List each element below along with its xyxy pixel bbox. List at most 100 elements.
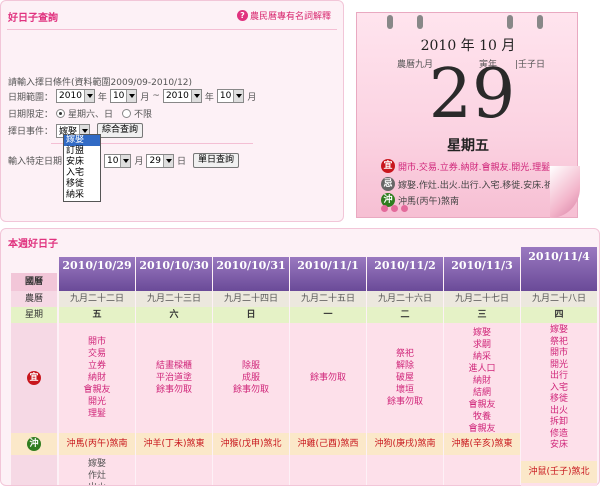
specific-date-row: 輸入特定日期 10 月 29 日 單日查詢 <box>8 153 239 168</box>
yi-item: 解除 <box>395 361 414 371</box>
day-date-header: 2010/10/29 <box>59 257 135 291</box>
no-limit-radio[interactable] <box>122 109 132 118</box>
week-label: 星期 <box>11 307 57 323</box>
day-chong: 沖雞(己酉)煞西 <box>290 433 366 455</box>
yi-item: 壞垣 <box>395 385 414 395</box>
yi-item: 理髮 <box>87 409 106 419</box>
good-days-panel: 本週好日子 國曆 農曆 星期 宜 沖 2010/10/29 九月二十二日五開市 交易… <box>0 228 600 486</box>
calendar-year-month: 2010 年 10 月 <box>420 38 516 54</box>
yi-item: 交易 <box>87 349 106 359</box>
range-start-month-value: 10 <box>112 91 125 101</box>
pager-dot-icon[interactable] <box>401 205 408 212</box>
calendar-ji-line: 忌 嫁娶.作灶.出火.出行.入宅.移徙.安床.祈福. <box>381 177 565 191</box>
ji-item: 作灶 <box>87 471 106 481</box>
chevron-down-icon <box>120 154 131 167</box>
day-ji-list <box>444 455 520 485</box>
event-option[interactable]: 嫁娶 <box>64 135 100 146</box>
weekend-radio[interactable] <box>56 109 66 118</box>
event-option[interactable]: 納采 <box>64 190 100 201</box>
combined-search-button[interactable]: 綜合查詢 <box>97 123 144 138</box>
yi-item: 結網 <box>472 388 491 398</box>
day-yi-list: 結畫樑櫃 平治道塗 餘事勿取 <box>136 323 212 433</box>
day-chong: 沖鼠(壬子)煞北 <box>521 461 597 483</box>
yi-item: 破屋 <box>395 373 414 383</box>
range-end-month-value: 10 <box>219 91 232 101</box>
event-label: 擇日事件： <box>8 127 54 137</box>
day-lunar-date: 九月二十五日 <box>290 291 366 307</box>
calendar-yi-text: 開市.交易.立券.納財.會親友.開光.理髮. <box>398 162 554 173</box>
calendar-ji-text: 嫁娶.作灶.出火.出行.入宅.移徙.安床.祈福. <box>398 180 565 191</box>
pager-dot-icon[interactable] <box>391 205 398 212</box>
range-end-year-select[interactable]: 2010 <box>162 89 202 103</box>
day-suffix: 日 <box>176 157 186 167</box>
specific-date-label: 輸入特定日期 <box>8 157 63 167</box>
ring-icon <box>387 15 393 29</box>
yi-item: 平治道塗 <box>155 373 192 383</box>
event-option[interactable]: 移徙 <box>64 179 100 190</box>
yi-item: 嫁娶 <box>549 325 568 335</box>
year-suffix: 年 <box>204 92 214 103</box>
day-weekday: 五 <box>59 307 135 323</box>
yi-item: 求嗣 <box>472 340 491 350</box>
date-range-label: 日期範圍： <box>8 92 54 103</box>
chevron-down-icon <box>162 154 173 167</box>
event-option[interactable]: 入宅 <box>64 168 100 179</box>
yi-badge-icon: 宜 <box>381 159 395 173</box>
help-link[interactable]: ? 農民曆專有名詞解釋 <box>237 9 331 22</box>
calendar-pager <box>381 205 408 212</box>
date-limit-row: 日期限定： 星期六、日 不限 <box>8 107 152 120</box>
calendar-yi-line: 宜 開市.交易.立券.納財.會親友.開光.理髮. <box>381 159 553 173</box>
yi-item: 會親友 <box>468 400 496 410</box>
range-end-year-value: 2010 <box>165 91 189 101</box>
ring-icon <box>417 15 423 29</box>
event-option[interactable]: 安床 <box>64 157 100 168</box>
yi-item: 拆卸 <box>549 417 568 427</box>
help-link-label: 農民曆專有名詞解釋 <box>250 12 332 22</box>
yi-item: 安床 <box>549 440 568 450</box>
day-date-header: 2010/11/1 <box>290 257 366 291</box>
yi-badge-icon: 宜 <box>27 371 41 385</box>
daily-calendar: 2010 年 10 月 農曆九月 寅年 |壬子日 29 星期五 宜 開市.交易.… <box>350 0 600 222</box>
chevron-down-icon <box>233 90 244 102</box>
yi-item: 餘事勿取 <box>386 397 423 407</box>
range-start-month-select[interactable]: 10 <box>109 89 138 103</box>
yi-item: 出火 <box>549 405 568 416</box>
range-tilde: ~ <box>152 91 160 101</box>
chevron-down-icon <box>126 90 137 102</box>
range-start-year-select[interactable]: 2010 <box>56 89 95 103</box>
single-day-search-button[interactable]: 單日查詢 <box>192 153 239 168</box>
ring-icon <box>507 15 513 29</box>
yi-item: 移徙 <box>549 394 568 404</box>
calendar-weekday: 星期五 <box>447 138 489 154</box>
yi-item: 開市 <box>87 337 106 347</box>
day-weekday: 日 <box>213 307 289 323</box>
specific-day-select[interactable]: 29 <box>146 153 174 168</box>
yi-item: 修造 <box>549 428 568 439</box>
range-end-month-select[interactable]: 10 <box>216 89 245 103</box>
day-ji-list: 嫁娶作灶出火 <box>59 455 135 485</box>
yi-item: 立券 <box>87 361 106 371</box>
day-yi-list: 除服 成服 餘事勿取 <box>213 323 289 433</box>
event-option[interactable]: 訂盟 <box>64 146 100 157</box>
day-yi-list: 嫁娶 祭祀 開市 開光 出行 入宅 移徙 出火 拆卸 修造 安床 <box>521 323 597 461</box>
day-ji-list <box>290 455 366 485</box>
day-ji-list <box>367 455 443 485</box>
lunar-label: 農曆 <box>11 291 57 307</box>
yi-item: 納財 <box>472 376 491 386</box>
day-lunar-date: 九月二十二日 <box>59 291 135 307</box>
chong-badge-icon: 沖 <box>27 437 41 451</box>
weekend-radio-label: 星期六、日 <box>68 110 114 120</box>
yi-item: 牧養 <box>472 412 491 422</box>
month-suffix: 月 <box>134 157 144 167</box>
specific-month-select[interactable]: 10 <box>104 153 132 168</box>
day-chong: 沖猴(戊申)煞北 <box>213 433 289 455</box>
day-lunar-date: 九月二十七日 <box>444 291 520 307</box>
yi-item: 納財 <box>87 373 106 383</box>
yi-item: 成服 <box>241 373 260 383</box>
pager-dot-icon[interactable] <box>381 205 388 212</box>
chong-label-cell: 沖 <box>11 433 57 455</box>
month-suffix: 月 <box>140 92 150 103</box>
year-suffix: 年 <box>97 92 107 103</box>
specific-month-value: 10 <box>107 155 119 166</box>
ring-icon <box>537 15 543 29</box>
